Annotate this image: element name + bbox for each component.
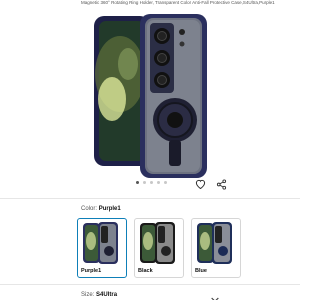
carousel-dot[interactable] [150,181,153,184]
color-swatch-label: Blue [195,268,207,274]
carousel-dot[interactable] [143,181,146,184]
size-selected-value: S4Ultra [96,292,118,298]
divider [0,284,300,285]
color-selected-value: Purple1 [98,206,121,212]
color-swatch-purple1[interactable]: Purple1 [77,218,127,278]
divider [0,198,300,199]
carousel-dot[interactable] [164,181,167,184]
product-image[interactable] [0,14,300,179]
chevron-down-icon[interactable] [211,290,219,300]
color-swatch-label: Black [138,268,153,274]
share-icon[interactable] [215,178,227,190]
heart-icon[interactable] [194,178,206,190]
color-swatch-black[interactable]: Black [134,218,184,278]
color-selector-label: Color: Purple1 [81,206,121,212]
carousel-dot[interactable] [157,181,160,184]
color-swatch-list: Purple1 Black Blue [77,218,241,278]
carousel-dots[interactable] [136,181,167,184]
size-label: Size: [81,292,95,298]
color-swatch-blue[interactable]: Blue [191,218,241,278]
size-selector[interactable]: Size: S4Ultra [81,292,117,298]
color-label: Color: [81,206,98,212]
product-description: Magnetic 360° Rotating Ring Holder, Tran… [81,0,275,5]
carousel-dot[interactable] [136,181,139,184]
color-swatch-label: Purple1 [81,268,102,274]
phone-back-image [140,14,207,178]
